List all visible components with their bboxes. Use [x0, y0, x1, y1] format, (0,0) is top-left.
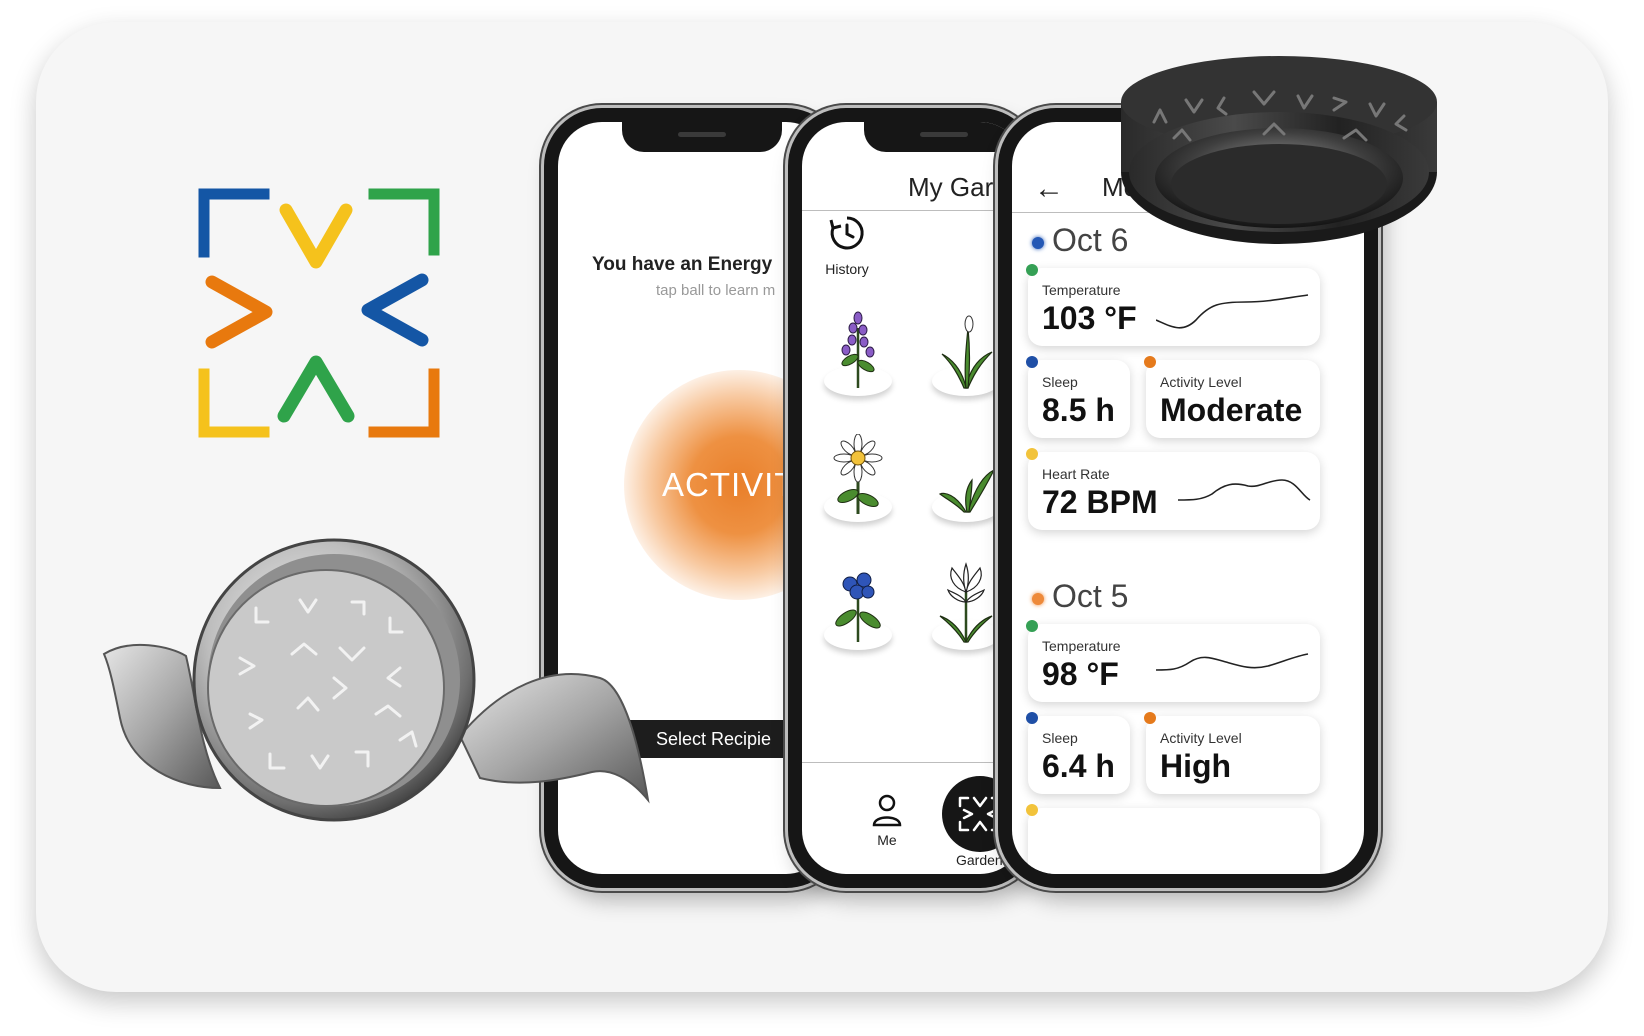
temperature-card[interactable]: Temperature 103 °F	[1026, 264, 1320, 346]
plant-sprout[interactable]	[932, 434, 1000, 522]
nav-me[interactable]: Me	[866, 793, 908, 848]
activity-dot	[1144, 356, 1156, 368]
temperature-card[interactable]: Temperature 98 °F	[1026, 620, 1320, 702]
metric-value: 6.4 h	[1042, 748, 1115, 784]
nav-me-label: Me	[877, 832, 897, 848]
history-button[interactable]: History	[816, 214, 878, 277]
sleep-card[interactable]: Sleep 8.5 h	[1026, 356, 1130, 438]
energy-subtitle: tap ball to learn m	[656, 282, 776, 299]
activity-card[interactable]: Activity Level Moderate	[1144, 356, 1320, 438]
brand-logo	[198, 188, 440, 438]
activity-card[interactable]: Activity Level High	[1144, 712, 1320, 794]
date-label: Oct 5	[1052, 578, 1129, 614]
metric-value: 8.5 h	[1042, 392, 1115, 428]
plant-lily[interactable]	[932, 562, 1000, 650]
metric-label: Activity Level	[1160, 730, 1242, 746]
heart-rate-dot	[1026, 448, 1038, 460]
metric-label: Heart Rate	[1042, 466, 1110, 482]
temperature-dot	[1026, 620, 1038, 632]
energy-title: You have an Energy	[592, 254, 773, 275]
plant-daisy[interactable]	[824, 434, 892, 522]
heart-rate-sparkline	[1178, 479, 1311, 501]
silver-pendant-image	[102, 538, 650, 822]
metric-label: Sleep	[1042, 374, 1078, 390]
lily-icon	[939, 562, 993, 643]
activity-dot	[1144, 712, 1156, 724]
bluebell-icon	[835, 572, 881, 642]
date-dot	[1032, 236, 1044, 249]
garden-screen: My Gard History Me Garden	[802, 122, 1024, 874]
energy-ball-label: ACTIVIT	[662, 466, 796, 503]
sleep-card[interactable]: Sleep 6.4 h	[1026, 712, 1130, 794]
daisy-icon	[833, 434, 883, 514]
metric-value: 98 °F	[1042, 656, 1119, 692]
metric-label: Temperature	[1042, 638, 1121, 654]
temperature-dot	[1026, 264, 1038, 276]
metric-label: Temperature	[1042, 282, 1121, 298]
phone-notch	[622, 122, 782, 152]
lavender-icon	[841, 311, 875, 388]
garden-title: My Gard	[908, 172, 1008, 202]
plant-bluebell[interactable]	[824, 562, 892, 650]
heart-rate-dot	[1026, 804, 1038, 816]
snowdrop-icon	[941, 315, 993, 389]
temperature-sparkline	[1156, 294, 1309, 329]
temperature-sparkline	[1156, 653, 1309, 671]
metric-value: 72 BPM	[1042, 484, 1158, 520]
header-divider	[802, 210, 1024, 211]
nav-garden-label: Garden	[956, 852, 1003, 868]
sprout-icon	[938, 468, 996, 513]
history-label: History	[825, 261, 869, 277]
metric-label: Sleep	[1042, 730, 1078, 746]
back-arrow-icon[interactable]: ←	[1034, 172, 1064, 206]
date-header: Oct 5	[1032, 578, 1128, 615]
plant-snowdrop[interactable]	[932, 308, 1000, 396]
sleep-dot	[1026, 712, 1038, 724]
nav-divider	[802, 762, 1024, 763]
metric-value: Moderate	[1160, 392, 1303, 428]
history-icon	[829, 216, 864, 250]
metric-label: Activity Level	[1160, 374, 1242, 390]
smart-ring-image	[1121, 56, 1437, 244]
sleep-dot	[1026, 356, 1038, 368]
metric-value: 103 °F	[1042, 300, 1137, 336]
person-icon	[872, 794, 902, 827]
heart-rate-card[interactable]: Heart Rate 72 BPM	[1026, 448, 1320, 530]
heart-rate-card[interactable]	[1026, 804, 1320, 874]
metric-value: High	[1160, 748, 1232, 784]
plant-lavender[interactable]	[824, 308, 892, 396]
date-dot	[1032, 592, 1044, 605]
